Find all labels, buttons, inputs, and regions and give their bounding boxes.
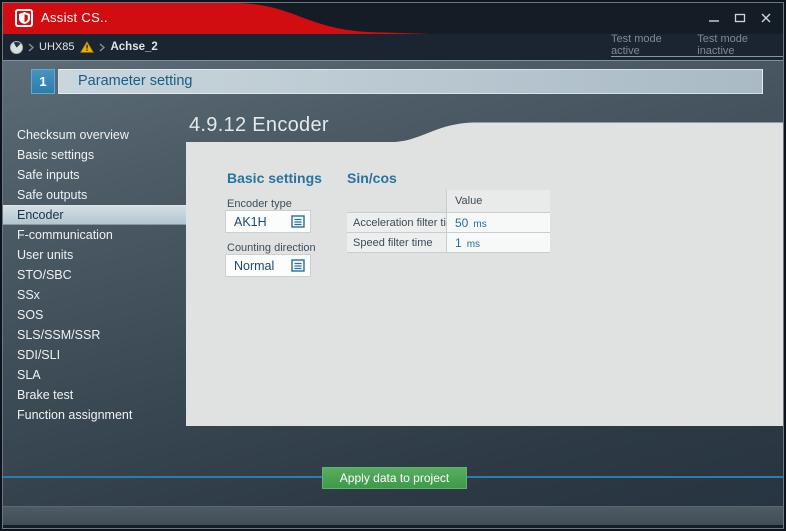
value-text: 50 — [455, 216, 469, 230]
sidebar-item-sdi-sli[interactable]: SDI/SLI — [3, 345, 186, 365]
test-mode-switcher: Test mode active Test mode inactive — [611, 33, 783, 57]
table-row: Speed filter time 1 ms — [347, 232, 550, 252]
row-label: Speed filter time — [347, 232, 446, 252]
dropdown-list-icon — [291, 215, 305, 228]
maximize-button[interactable] — [733, 11, 747, 25]
sidebar-item-encoder[interactable]: Encoder — [3, 205, 186, 225]
counting-direction-value: Normal — [234, 258, 275, 273]
table-row: Acceleration filter time 50 ms — [347, 212, 550, 232]
sidebar-item-safe-inputs[interactable]: Safe inputs — [3, 165, 186, 185]
encoder-panel: Basic settings Encoder type AK1H Countin… — [186, 142, 783, 426]
counting-direction-label: Counting direction — [227, 242, 316, 254]
content-area: 1 Parameter setting Checksum overview Bas… — [3, 60, 783, 508]
unit-text: ms — [473, 219, 487, 230]
sidebar-item-function-assignment[interactable]: Function assignment — [3, 405, 186, 425]
test-mode-active-button[interactable]: Test mode active — [611, 33, 683, 57]
minimize-button[interactable] — [707, 11, 721, 25]
table-header-value: Value — [446, 190, 550, 212]
value-text: 1 — [455, 236, 462, 250]
step-number-badge: 1 — [31, 69, 55, 94]
sidebar-nav: Checksum overview Basic settings Safe inpu… — [3, 125, 186, 425]
app-title: Assist CS.. — [41, 10, 108, 25]
title-bar: Assist CS.. — [3, 3, 783, 34]
unit-text: ms — [466, 239, 481, 250]
project-icon[interactable] — [10, 40, 23, 54]
acceleration-filter-time-field[interactable]: 50 ms — [446, 212, 550, 232]
application-window: Assist CS.. UHX85 Achse_2 Test mode acti… — [0, 0, 786, 531]
test-mode-inactive-button[interactable]: Test mode inactive — [697, 33, 777, 57]
sidebar-item-sto-sbc[interactable]: STO/SBC — [3, 265, 186, 285]
step-banner[interactable]: Parameter setting — [58, 69, 763, 94]
sincos-table: Value Acceleration filter time 50 ms Spee… — [347, 190, 550, 253]
sidebar-item-user-units[interactable]: User units — [3, 245, 186, 265]
panel-top-curve — [395, 122, 783, 142]
row-label: Acceleration filter time — [347, 212, 446, 232]
encoder-type-dropdown[interactable]: AK1H — [225, 210, 311, 233]
encoder-type-value: AK1H — [234, 214, 267, 229]
page-title: 4.9.12 Encoder — [189, 114, 329, 136]
app-logo — [15, 9, 33, 27]
sidebar-item-sos[interactable]: SOS — [3, 305, 186, 325]
table-bottom-border — [347, 252, 550, 253]
sidebar-item-basic-settings[interactable]: Basic settings — [3, 145, 186, 165]
close-button[interactable] — [759, 11, 773, 25]
speed-filter-time-field[interactable]: 1 ms — [446, 232, 550, 252]
sidebar-item-checksum-overview[interactable]: Checksum overview — [3, 125, 186, 145]
apply-data-button[interactable]: Apply data to project — [322, 467, 467, 489]
encoder-type-label: Encoder type — [227, 198, 292, 210]
table-header-row: Value — [347, 190, 550, 212]
breadcrumb-axis[interactable]: Achse_2 — [110, 41, 157, 53]
sidebar-item-safe-outputs[interactable]: Safe outputs — [3, 185, 186, 205]
shield-icon — [18, 12, 30, 24]
sidebar-item-sla[interactable]: SLA — [3, 365, 186, 385]
sincos-title: Sin/cos — [347, 170, 397, 186]
status-bar — [3, 506, 783, 525]
dropdown-list-icon — [291, 259, 305, 272]
sidebar-item-brake-test[interactable]: Brake test — [3, 385, 186, 405]
window-controls — [707, 11, 773, 25]
window-frame: Assist CS.. UHX85 Achse_2 Test mode acti… — [2, 2, 784, 529]
warning-icon — [80, 41, 95, 53]
counting-direction-dropdown[interactable]: Normal — [225, 254, 311, 277]
sidebar-item-sls-ssm-ssr[interactable]: SLS/SSM/SSR — [3, 325, 186, 345]
table-header-empty — [347, 190, 446, 212]
breadcrumb-device[interactable]: UHX85 — [39, 41, 74, 53]
sidebar-item-f-communication[interactable]: F-communication — [3, 225, 186, 245]
chevron-right-icon — [99, 43, 106, 52]
basic-settings-title: Basic settings — [227, 170, 322, 186]
sidebar-item-ssx[interactable]: SSx — [3, 285, 186, 305]
chevron-right-icon — [28, 43, 34, 52]
